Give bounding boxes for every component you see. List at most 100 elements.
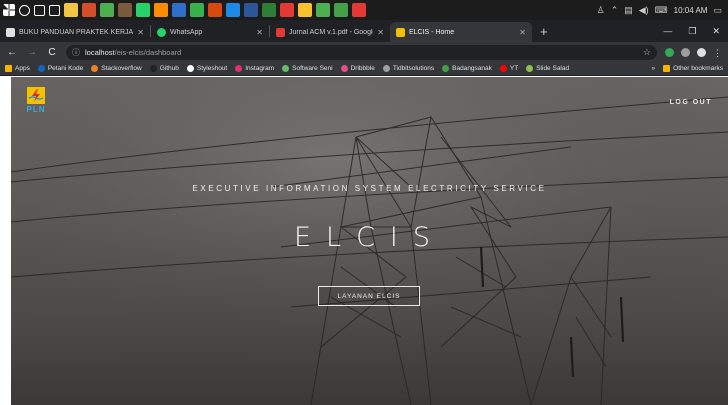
bookmark-favicon-icon <box>186 65 194 72</box>
store-icon[interactable] <box>49 4 60 16</box>
tab-elcis-home[interactable]: ELCIS - Home ✕ <box>390 22 532 42</box>
bookmark-label: Petani Kode <box>47 65 84 72</box>
tab-title: Jurnal ACM v.1.pdf - Google Drive <box>289 28 373 36</box>
tab-buku-panduan[interactable]: BUKU PANDUAN PRAKTEK KERJA ✕ <box>0 22 150 42</box>
profile-icon[interactable] <box>697 47 706 57</box>
bookmark-item[interactable]: Github <box>149 65 179 72</box>
bookmark-item[interactable]: Apps <box>5 65 30 72</box>
chrome-2-icon[interactable] <box>316 3 330 17</box>
bookmark-label: Software Seni <box>292 65 333 72</box>
bookmark-star-icon[interactable]: ☆ <box>643 47 651 58</box>
url-path: /eis-elcis/dashboard <box>114 47 182 57</box>
close-icon[interactable]: ✕ <box>137 28 144 37</box>
bookmark-favicon-icon <box>526 65 534 72</box>
whatsapp-icon[interactable] <box>136 3 150 17</box>
app-12-icon[interactable] <box>208 3 222 17</box>
bookmark-label: Styleshout <box>196 65 228 72</box>
bookmark-label: Slide Salad <box>536 65 570 72</box>
tab-jurnal-pdf[interactable]: Jurnal ACM v.1.pdf - Google Drive ✕ <box>270 22 390 42</box>
bookmark-item[interactable]: Software Seni <box>282 65 333 72</box>
bookmark-item[interactable]: Slide Salad <box>526 65 569 72</box>
url-host: localhost <box>85 47 115 57</box>
app-7-icon[interactable] <box>118 3 132 17</box>
network-icon[interactable]: ▤ <box>624 5 633 16</box>
clock-time[interactable]: 10:04 AM <box>674 6 708 15</box>
tab-title: BUKU PANDUAN PRAKTEK KERJA <box>19 28 134 36</box>
bookmark-item[interactable]: Badangsanak <box>442 65 492 72</box>
logo-label: PLN <box>26 105 46 114</box>
tab-whatsapp[interactable]: WhatsApp ✕ <box>151 22 269 42</box>
extensions: ⋮ <box>665 47 722 58</box>
close-icon[interactable]: ✕ <box>256 28 263 37</box>
bookmark-item[interactable]: Stackoverflow <box>91 65 142 72</box>
word-icon[interactable] <box>244 3 258 17</box>
app-13-icon[interactable] <box>226 3 240 17</box>
notification-icon[interactable]: ▭ <box>713 5 722 16</box>
search-icon[interactable] <box>19 4 30 16</box>
hero-title: ELCIS <box>293 222 446 253</box>
bookmark-favicon-icon <box>442 65 450 72</box>
bookmark-favicon-icon <box>91 65 99 72</box>
bookmark-item[interactable]: YT <box>499 65 518 72</box>
info-icon[interactable]: ⓘ <box>72 47 80 58</box>
app-11-icon[interactable] <box>190 3 204 17</box>
task-view-icon[interactable] <box>34 4 45 16</box>
menu-icon[interactable]: ⋮ <box>713 48 722 58</box>
other-bookmarks-label: Other bookmarks <box>673 65 723 72</box>
layanan-elcis-button[interactable]: LAYANAN ELCIS <box>318 286 420 306</box>
folder-icon <box>663 65 671 72</box>
bookmark-favicon-icon <box>282 65 290 72</box>
window-controls: — ❐ ✕ <box>663 26 728 37</box>
window-close-button[interactable]: ✕ <box>712 26 720 37</box>
taskbar-apps <box>0 3 366 17</box>
bookmarks-list: Apps Petani Kode Stackoverflow Github Styles… <box>5 65 569 72</box>
app-15-icon[interactable] <box>262 3 276 17</box>
windows-taskbar: ♙ ⌃ ▤ ◀) ⌨ 10:04 AM ▭ <box>0 0 728 20</box>
tab-title: WhatsApp <box>170 28 203 36</box>
bookmark-favicon-icon <box>5 65 12 72</box>
close-icon[interactable]: ✕ <box>377 28 384 37</box>
pln-logo[interactable]: PLN <box>25 87 47 117</box>
new-tab-button[interactable]: + <box>532 24 556 39</box>
bookmark-item[interactable]: Tidbitsolutions <box>382 65 434 72</box>
bookmark-item[interactable]: Dribbble <box>340 65 375 72</box>
maximize-button[interactable]: ❐ <box>688 26 696 37</box>
page-viewport: PLN LOG OUT EXECUTIVE INFORMATION SYSTEM… <box>11 77 728 405</box>
chrome-icon[interactable] <box>100 3 114 17</box>
back-icon[interactable]: ← <box>6 47 18 58</box>
reload-icon[interactable]: C <box>46 47 58 58</box>
sublime-icon[interactable] <box>154 3 168 17</box>
other-bookmarks[interactable]: Other bookmarks <box>663 65 723 72</box>
pln-icon <box>396 27 405 37</box>
bookmark-label: Github <box>159 65 179 72</box>
hero-subtitle: EXECUTIVE INFORMATION SYSTEM ELECTRICITY… <box>192 184 547 193</box>
app-17-icon[interactable] <box>298 3 312 17</box>
chevron-up-icon[interactable]: ⌃ <box>611 5 619 16</box>
bookmark-favicon-icon <box>149 65 157 72</box>
keyboard-icon[interactable]: ⌨ <box>655 5 668 16</box>
app-10-icon[interactable] <box>172 3 186 17</box>
app-5-icon[interactable] <box>82 3 96 17</box>
volume-icon[interactable]: ◀) <box>639 5 649 16</box>
bookmarks-overflow[interactable]: » <box>652 65 656 72</box>
extension-icon[interactable] <box>665 47 674 57</box>
logout-link[interactable]: LOG OUT <box>670 99 712 106</box>
bookmark-item[interactable]: Instagram <box>235 65 274 72</box>
minimize-button[interactable]: — <box>663 26 672 37</box>
explorer-icon[interactable] <box>64 3 78 17</box>
bookmark-item[interactable]: Styleshout <box>186 65 228 72</box>
app-20-icon[interactable] <box>352 3 366 17</box>
tab-title: ELCIS - Home <box>409 28 455 36</box>
address-bar[interactable]: ⓘ localhost/eis-elcis/dashboard ☆ <box>66 44 657 60</box>
extension-icon[interactable] <box>681 47 690 57</box>
app-16-icon[interactable] <box>280 3 294 17</box>
people-icon[interactable]: ♙ <box>597 5 605 16</box>
bookmark-label: Stackoverflow <box>101 65 142 72</box>
app-19-icon[interactable] <box>334 3 348 17</box>
forward-icon[interactable]: → <box>26 47 38 58</box>
windows-start-icon[interactable] <box>3 4 15 16</box>
bookmark-label: Instagram <box>245 65 275 72</box>
close-icon[interactable]: ✕ <box>519 28 526 37</box>
bookmark-favicon-icon <box>235 65 243 72</box>
bookmark-item[interactable]: Petani Kode <box>37 65 84 72</box>
